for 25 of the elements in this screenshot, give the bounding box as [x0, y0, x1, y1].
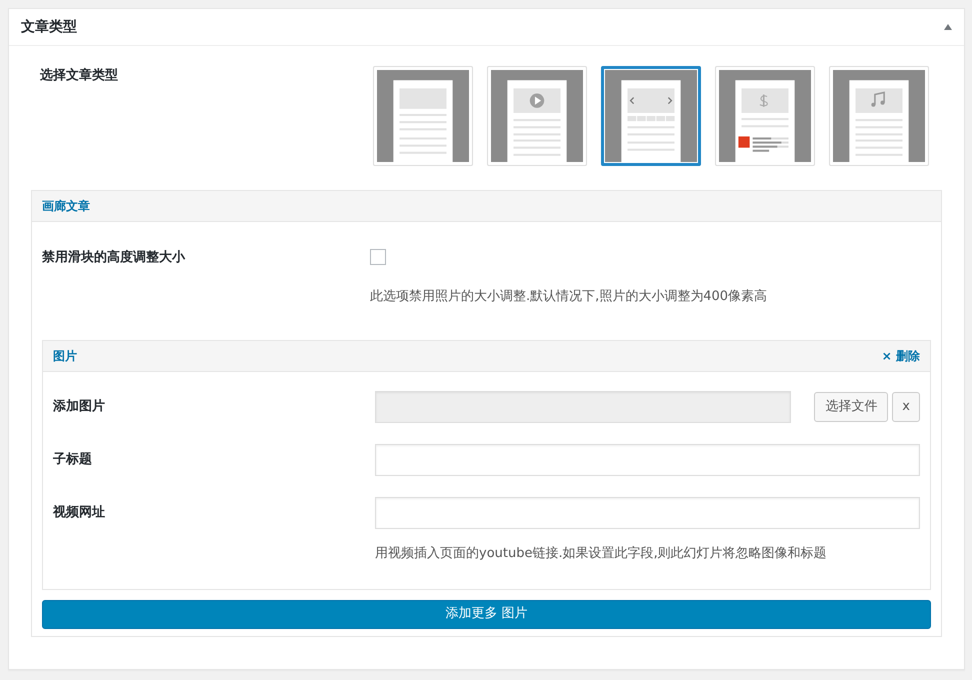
- panel-title: 文章类型: [21, 18, 77, 36]
- checkbox[interactable]: [370, 249, 386, 265]
- gallery-post-icon: [605, 70, 697, 162]
- clear-button[interactable]: x: [892, 392, 920, 422]
- slide-title: 图片: [53, 348, 77, 364]
- review-post-icon: [719, 70, 811, 162]
- section-title: 画廊文章: [42, 198, 90, 215]
- video-post-icon: [491, 70, 583, 162]
- standard-post-icon: [377, 70, 469, 162]
- field-label: 添加图片: [53, 398, 106, 416]
- collapse-icon[interactable]: [944, 24, 952, 30]
- remove-link[interactable]: × 删除: [882, 346, 920, 364]
- field-label: 禁用滑块的高度调整大小: [42, 248, 186, 267]
- choose-file-button[interactable]: 选择文件: [814, 392, 888, 422]
- audio-post-icon: [833, 70, 925, 162]
- field-label: 子标题: [53, 450, 93, 469]
- field-description: 用视频插入页面的youtube链接.如果设置此字段,则此幻灯片将忽略图像和标题: [375, 544, 828, 562]
- text-field[interactable]: [375, 444, 920, 476]
- text-field[interactable]: [375, 496, 920, 528]
- field-description: 此选项禁用照片的大小调整.默认情况下,照片的大小调整为400像素高: [370, 288, 768, 306]
- file-path-field[interactable]: [375, 390, 791, 422]
- format-option[interactable]: [601, 66, 701, 166]
- field-label: 选择文章类型: [40, 66, 119, 85]
- add-more-button[interactable]: 添加更多 图片: [42, 600, 931, 628]
- field-label: 视频网址: [53, 504, 106, 522]
